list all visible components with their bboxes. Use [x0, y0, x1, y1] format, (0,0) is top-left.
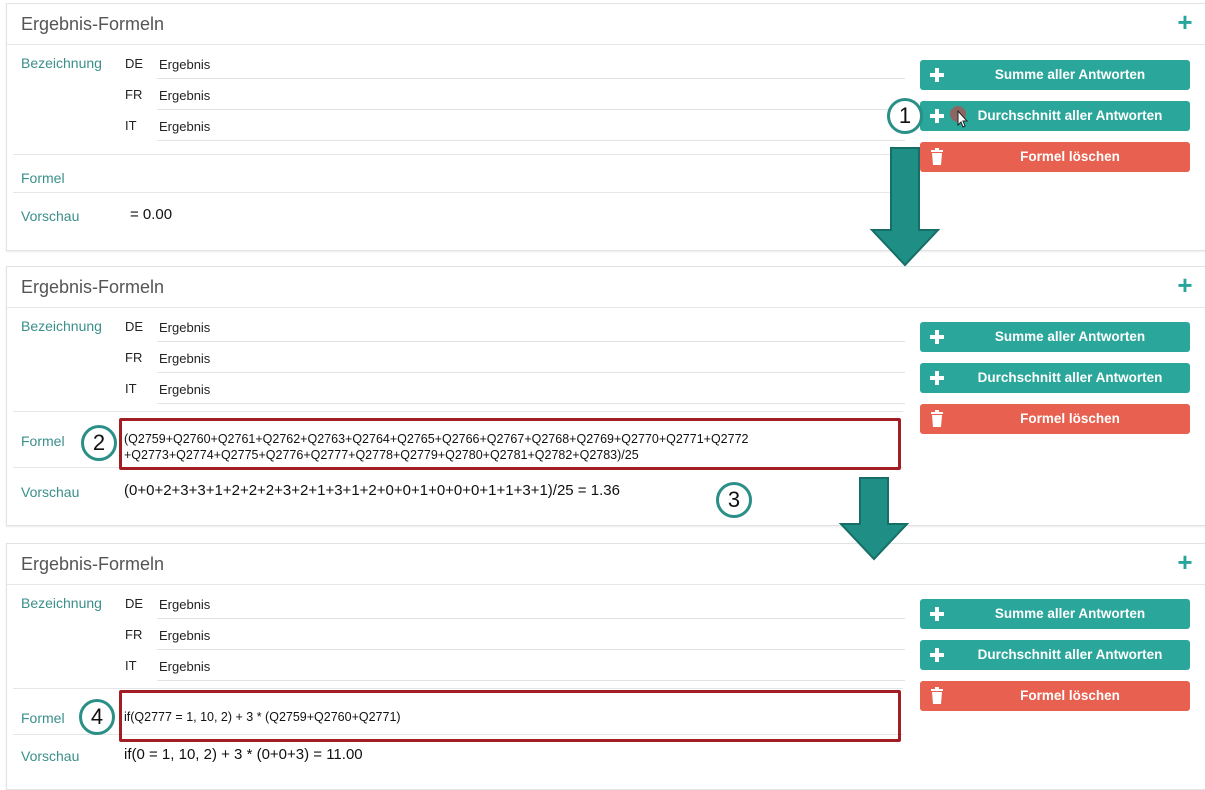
arrow-down-icon — [869, 147, 941, 267]
divider — [13, 192, 903, 193]
divider — [13, 411, 903, 412]
preview-value: if(0 = 1, 10, 2) + 3 * (0+0+3) = 11.00 — [124, 746, 363, 763]
divider — [7, 307, 1205, 308]
formel-label: Formel — [21, 710, 65, 726]
lang-code-it: IT — [125, 381, 137, 396]
vorschau-label: Vorschau — [21, 748, 80, 764]
sum-all-answers-button[interactable]: Summe aller Antworten — [920, 599, 1190, 629]
formel-label: Formel — [21, 170, 65, 186]
sum-all-answers-button[interactable]: Summe aller Antworten — [920, 60, 1190, 90]
preview-value: = 0.00 — [130, 206, 173, 223]
formula-panel-3: Ergebnis-Formeln + Bezeichnung DE FR IT … — [6, 543, 1205, 790]
divider — [7, 44, 1205, 45]
add-panel-plus-icon[interactable]: + — [1175, 9, 1195, 35]
divider — [13, 688, 903, 689]
bezeichnung-it-input[interactable] — [157, 375, 905, 404]
bezeichnung-label: Bezeichnung — [21, 318, 102, 334]
plus-icon — [930, 68, 944, 82]
bezeichnung-fr-input[interactable] — [157, 344, 905, 373]
lang-code-de: DE — [125, 319, 144, 334]
average-all-answers-button[interactable]: Durchschnitt aller Antworten — [920, 363, 1190, 393]
preview-value: (0+0+2+3+3+1+2+2+2+3+2+1+3+1+2+0+0+1+0+0… — [124, 482, 620, 499]
bezeichnung-it-input[interactable] — [157, 112, 905, 141]
delete-formula-button[interactable]: Formel löschen — [920, 404, 1190, 434]
step-marker-2: 2 — [81, 425, 117, 461]
bezeichnung-fr-input[interactable] — [157, 621, 905, 650]
trash-icon — [931, 410, 943, 427]
formula-highlight-box — [119, 418, 901, 470]
delete-formula-button[interactable]: Formel löschen — [920, 142, 1190, 172]
mouse-cursor-icon — [950, 106, 969, 128]
button-label: Summe aller Antworten — [994, 329, 1146, 344]
step-marker-1: 1 — [887, 98, 923, 134]
bezeichnung-de-input[interactable] — [157, 590, 905, 619]
trash-icon — [931, 687, 943, 704]
divider — [13, 154, 903, 155]
vorschau-label: Vorschau — [21, 208, 80, 224]
plus-icon — [930, 648, 944, 662]
button-label: Summe aller Antworten — [994, 606, 1146, 621]
button-label: Durchschnitt aller Antworten — [977, 370, 1163, 385]
add-panel-plus-icon[interactable]: + — [1175, 549, 1195, 575]
sum-all-answers-button[interactable]: Summe aller Antworten — [920, 322, 1190, 352]
button-label: Durchschnitt aller Antworten — [977, 108, 1163, 123]
formula-panel-2: Ergebnis-Formeln + Bezeichnung DE FR IT … — [6, 266, 1205, 526]
lang-code-fr: FR — [125, 87, 143, 102]
bezeichnung-label: Bezeichnung — [21, 595, 102, 611]
bezeichnung-fr-input[interactable] — [157, 81, 905, 110]
panel-title: Ergebnis-Formeln — [21, 14, 165, 34]
formula-field[interactable] — [124, 168, 894, 190]
button-label: Formel löschen — [1020, 149, 1120, 164]
divider — [7, 584, 1205, 585]
lang-code-de: DE — [125, 596, 144, 611]
average-all-answers-button[interactable]: Durchschnitt aller Antworten — [920, 101, 1190, 131]
add-panel-plus-icon[interactable]: + — [1175, 272, 1195, 298]
bezeichnung-de-input[interactable] — [157, 50, 905, 79]
panel-title: Ergebnis-Formeln — [21, 554, 165, 574]
arrow-down-icon — [838, 477, 910, 561]
average-all-answers-button[interactable]: Durchschnitt aller Antworten — [920, 640, 1190, 670]
formula-highlight-box — [119, 690, 901, 742]
vorschau-label: Vorschau — [21, 484, 80, 500]
step-marker-4: 4 — [79, 699, 115, 735]
button-label: Summe aller Antworten — [994, 67, 1146, 82]
plus-icon — [930, 330, 944, 344]
step-marker-3: 3 — [716, 482, 752, 518]
lang-code-de: DE — [125, 56, 144, 71]
button-label: Durchschnitt aller Antworten — [977, 647, 1163, 662]
lang-code-it: IT — [125, 658, 137, 673]
bezeichnung-it-input[interactable] — [157, 652, 905, 681]
lang-code-fr: FR — [125, 350, 143, 365]
lang-code-it: IT — [125, 118, 137, 133]
bezeichnung-de-input[interactable] — [157, 313, 905, 342]
formel-label: Formel — [21, 433, 65, 449]
plus-icon — [930, 371, 944, 385]
formula-panel-1: Ergebnis-Formeln + Bezeichnung DE FR IT … — [6, 3, 1205, 251]
plus-icon — [930, 109, 944, 123]
panel-title: Ergebnis-Formeln — [21, 277, 165, 297]
delete-formula-button[interactable]: Formel löschen — [920, 681, 1190, 711]
lang-code-fr: FR — [125, 627, 143, 642]
button-label: Formel löschen — [1020, 411, 1120, 426]
button-label: Formel löschen — [1020, 688, 1120, 703]
bezeichnung-label: Bezeichnung — [21, 55, 102, 71]
plus-icon — [930, 607, 944, 621]
